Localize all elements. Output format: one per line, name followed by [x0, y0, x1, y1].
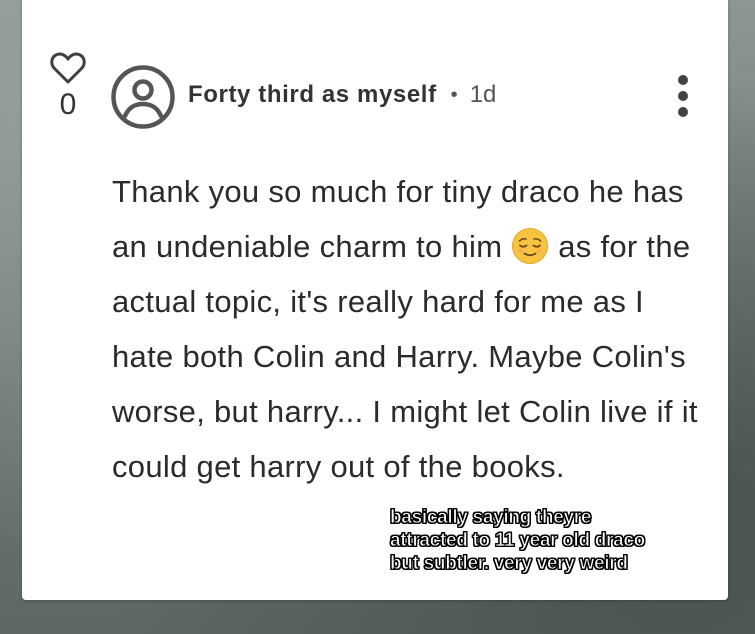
relieved-face-emoji	[511, 227, 549, 265]
timestamp: 1d	[469, 81, 497, 108]
like-count: 0	[59, 88, 77, 121]
comment-text-part-2: as for the actual topic, it's really har…	[112, 229, 698, 484]
overlay-caption-line: basically saying theyre	[390, 507, 592, 529]
overlay-caption-line: but subtler. very very weird	[390, 553, 629, 575]
author-name[interactable]: Forty third as myself	[188, 81, 437, 109]
comment-meta: Forty third as myself • 1d	[188, 80, 496, 110]
like-control: 0	[50, 52, 86, 120]
overlay-caption: basically saying theyre attracted to 11 …	[390, 506, 646, 575]
more-vertical-icon[interactable]	[670, 74, 696, 118]
comment-text: Thank you so much for tiny draco he has …	[112, 164, 712, 494]
meta-separator: •	[450, 83, 458, 106]
heart-icon[interactable]	[50, 52, 86, 84]
overlay-caption-line: attracted to 11 year old draco	[390, 530, 646, 552]
user-avatar-icon[interactable]	[111, 65, 175, 129]
